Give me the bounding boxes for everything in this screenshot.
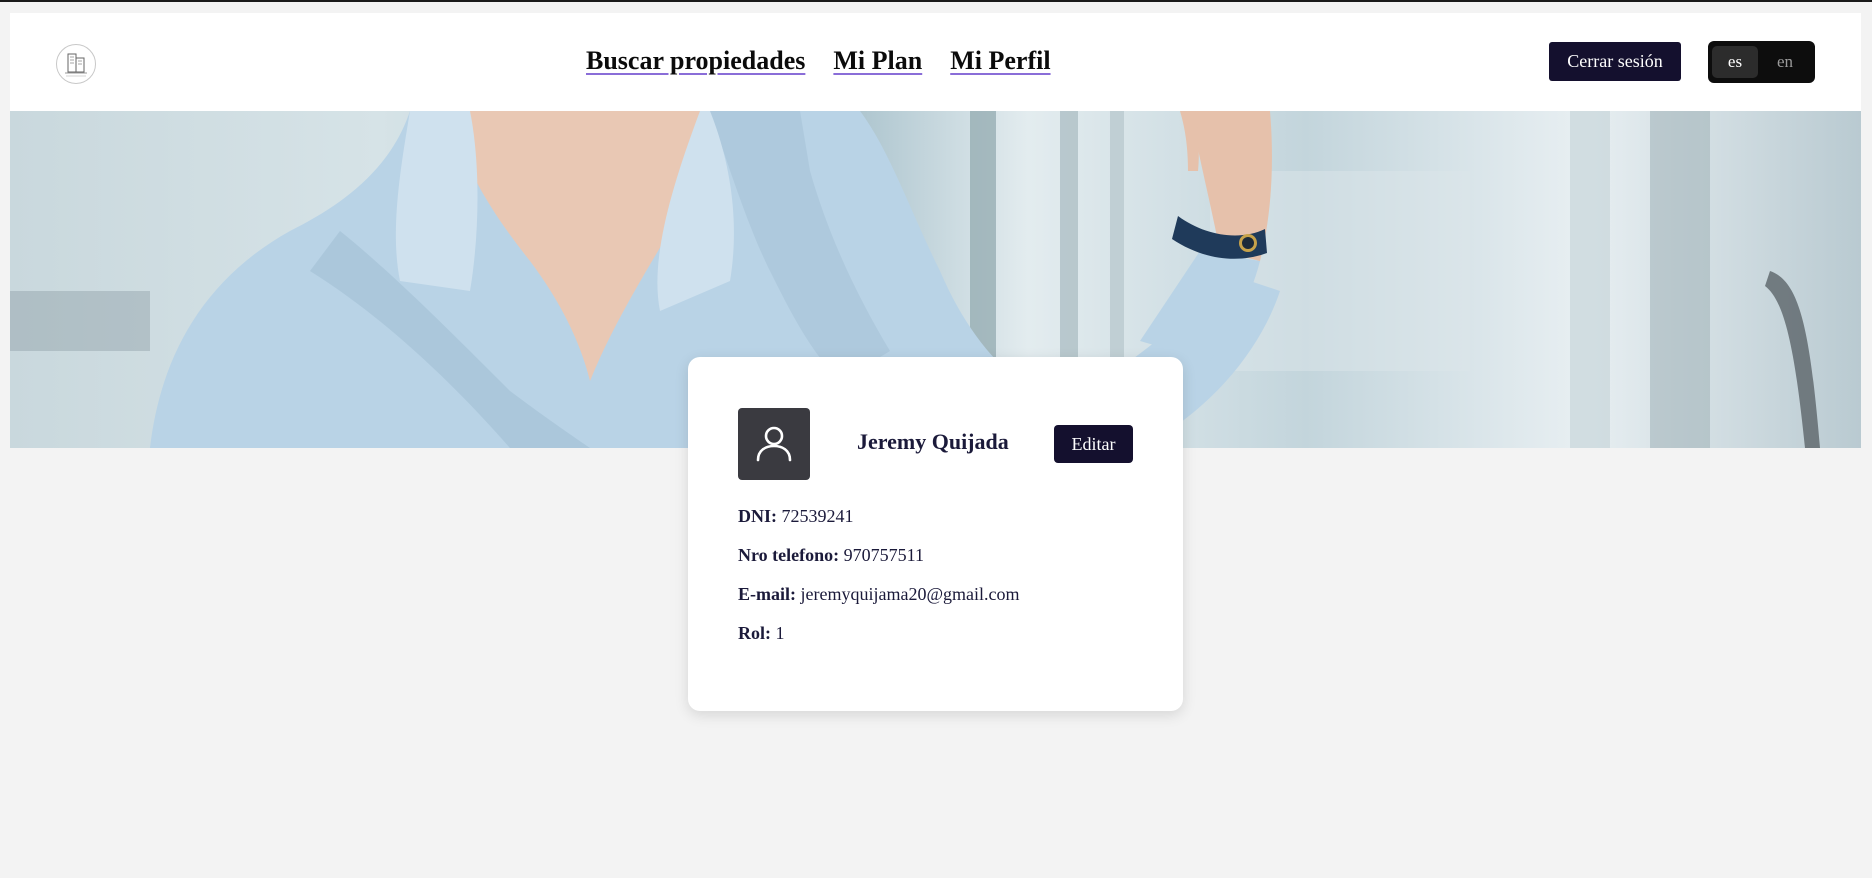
building-logo-icon — [65, 53, 87, 77]
profile-card: Jeremy Quijada Editar DNI: 72539241 Nro … — [688, 357, 1183, 711]
field-label: E-mail: — [738, 584, 796, 604]
profile-field-email: E-mail: jeremyquijama20@gmail.com — [738, 584, 1020, 605]
profile-field-role: Rol: 1 — [738, 623, 785, 644]
window-top-border — [0, 0, 1872, 2]
field-value: 72539241 — [781, 506, 854, 526]
language-option-en[interactable]: en — [1762, 46, 1808, 78]
main-navigation: Buscar propiedades Mi Plan Mi Perfil — [586, 46, 1051, 76]
nav-link-mi-perfil[interactable]: Mi Perfil — [950, 46, 1050, 76]
company-logo[interactable] — [56, 44, 96, 84]
profile-name: Jeremy Quijada — [857, 429, 1009, 454]
user-icon — [756, 426, 792, 462]
profile-field-dni: DNI: 72539241 — [738, 506, 854, 527]
nav-link-buscar-propiedades[interactable]: Buscar propiedades — [586, 46, 805, 76]
edit-profile-button[interactable]: Editar — [1054, 425, 1133, 463]
top-navbar: Buscar propiedades Mi Plan Mi Perfil Cer… — [10, 13, 1861, 111]
field-label: Nro telefono: — [738, 545, 840, 565]
nav-link-mi-plan[interactable]: Mi Plan — [833, 46, 922, 76]
field-value: 1 — [775, 623, 785, 643]
field-value: 970757511 — [843, 545, 924, 565]
user-avatar — [738, 408, 810, 480]
language-toggle: es en — [1708, 41, 1815, 83]
field-value: jeremyquijama20@gmail.com — [800, 584, 1020, 604]
profile-field-phone: Nro telefono: 970757511 — [738, 545, 924, 566]
field-label: Rol: — [738, 623, 771, 643]
field-label: DNI: — [738, 506, 777, 526]
logout-button[interactable]: Cerrar sesión — [1549, 42, 1681, 81]
language-option-es[interactable]: es — [1712, 46, 1758, 78]
